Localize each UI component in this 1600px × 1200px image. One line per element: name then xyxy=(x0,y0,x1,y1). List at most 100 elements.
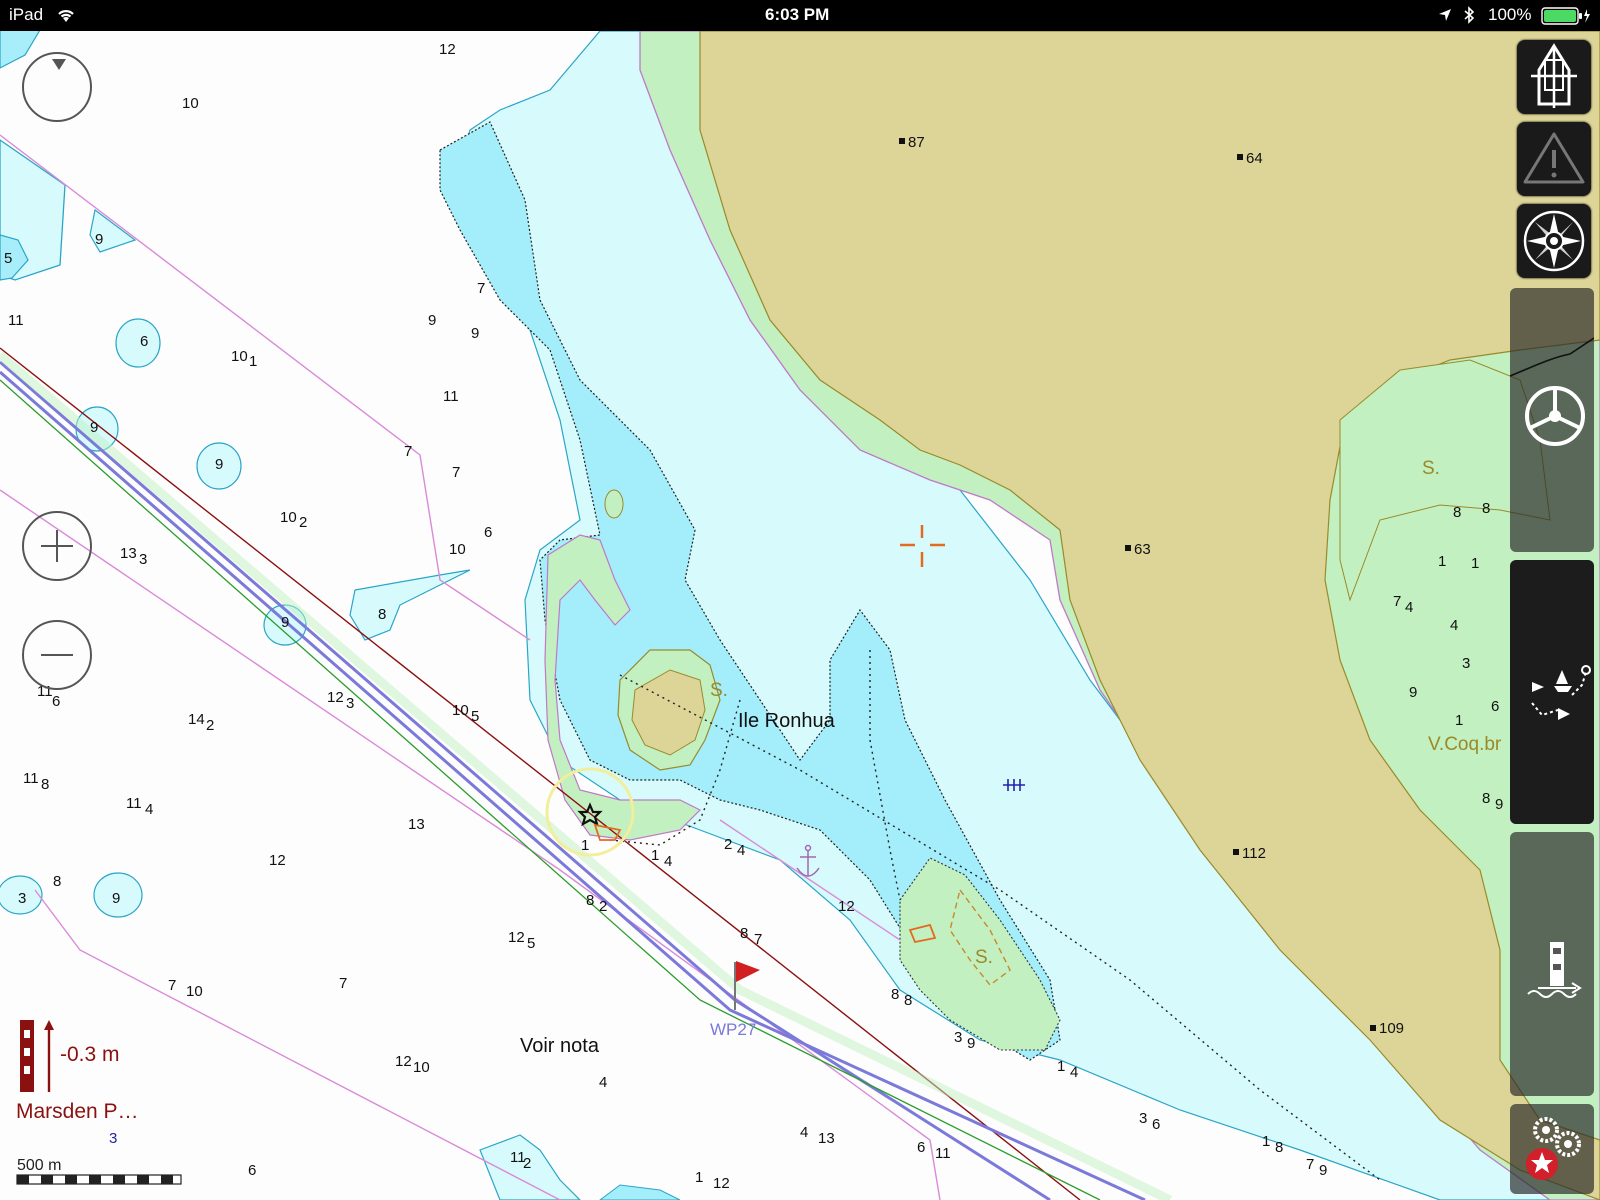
sounding: 12 xyxy=(713,1175,730,1192)
sounding: 10 xyxy=(280,509,297,526)
sounding: 11 xyxy=(8,312,24,329)
sounding: 3 xyxy=(954,1029,962,1046)
sounding: 10 xyxy=(449,541,466,558)
sounding: 3 xyxy=(139,551,147,568)
sounding: 12 xyxy=(395,1053,412,1070)
location-arrow-icon xyxy=(1439,9,1451,21)
boat-button[interactable] xyxy=(1517,40,1591,114)
sounding: 7 xyxy=(754,931,762,948)
sounding: 13 xyxy=(818,1130,835,1147)
sounding: 8 xyxy=(1275,1139,1283,1156)
sounding: 1 xyxy=(1471,555,1479,572)
sounding: 2 xyxy=(299,514,307,531)
marker-label: V.Coq.br xyxy=(1428,734,1502,755)
lighthouse-panel[interactable] xyxy=(1510,832,1594,1096)
sounding: 4 xyxy=(664,853,672,870)
status-bar: iPad 6:03 PM 100% xyxy=(0,0,1600,31)
sounding: 9 xyxy=(428,312,436,329)
sounding: 4 xyxy=(1405,599,1413,616)
sounding: 1 xyxy=(1438,553,1446,570)
sounding: 6 xyxy=(917,1139,925,1156)
zoom-in-button[interactable] xyxy=(22,511,92,581)
sounding: 8 xyxy=(1482,790,1490,807)
sounding: 2 xyxy=(724,836,732,853)
sounding: 9 xyxy=(112,890,120,907)
sounding: 9 xyxy=(215,456,223,473)
sounding: 7 xyxy=(168,977,176,994)
minus-icon xyxy=(41,654,73,656)
sounding: 12 xyxy=(508,929,525,946)
warning-icon xyxy=(1523,132,1585,184)
tide-station[interactable]: Marsden P… xyxy=(16,1100,139,1124)
sounding: 13 xyxy=(408,816,425,833)
height-label: 87 xyxy=(908,134,925,151)
sounding: 4 xyxy=(800,1124,808,1141)
sounding: 1 xyxy=(651,847,659,864)
sounding: 6 xyxy=(248,1162,256,1179)
scale-label: 500 m xyxy=(17,1157,62,1174)
shoal-label: S. xyxy=(1422,458,1440,479)
compass-button[interactable] xyxy=(1517,204,1591,278)
settings-icon xyxy=(1526,1117,1581,1180)
sounding: 12 xyxy=(439,41,456,58)
sounding: 4 xyxy=(145,801,153,818)
sounding: 7 xyxy=(1393,593,1401,610)
sounding: 10 xyxy=(413,1059,430,1076)
tide-gauge-icon[interactable] xyxy=(18,1018,58,1096)
sounding: 4 xyxy=(599,1074,607,1091)
height-label: 109 xyxy=(1379,1020,1404,1037)
sounding: 10 xyxy=(452,702,469,719)
place-name: Ile Ronhua xyxy=(738,710,836,732)
sounding: 12 xyxy=(269,852,286,869)
sounding: 4 xyxy=(1070,1064,1078,1081)
sounding: 8 xyxy=(586,892,594,909)
warning-button[interactable] xyxy=(1517,122,1591,196)
sounding: 7 xyxy=(1306,1156,1314,1173)
sounding: 11 xyxy=(126,795,142,812)
sounding: 1 xyxy=(581,837,589,854)
sounding: 12 xyxy=(327,689,344,706)
sounding: 5 xyxy=(527,935,535,952)
battery-icon xyxy=(1541,7,1590,25)
sounding: 2 xyxy=(206,717,214,734)
chart-canvas: Ile Ronhua Voir nota WP27 S. S. S. V.Coq… xyxy=(0,31,1600,1200)
settings-panel[interactable] xyxy=(1510,1104,1594,1194)
scale-bar xyxy=(16,1174,182,1185)
sounding: 2 xyxy=(599,898,607,915)
sounding: 8 xyxy=(904,992,912,1009)
helm-icon xyxy=(1509,337,1595,446)
sounding: 5 xyxy=(4,250,12,267)
lighthouse-icon xyxy=(1527,942,1582,998)
sounding: 8 xyxy=(53,873,61,890)
sounding: 9 xyxy=(1409,684,1417,701)
shoal-label: S. xyxy=(975,947,993,968)
sounding: 10 xyxy=(182,95,199,112)
boat-icon xyxy=(1531,43,1577,108)
sounding: 8 xyxy=(740,925,748,942)
sounding: 11 xyxy=(443,388,459,405)
nautical-chart[interactable]: Ile Ronhua Voir nota WP27 S. S. S. V.Coq… xyxy=(0,31,1600,1200)
sounding: 3 xyxy=(1462,655,1470,672)
helm-panel[interactable] xyxy=(1509,288,1595,552)
waypoint-label[interactable]: WP27 xyxy=(710,1020,756,1039)
sounding: 1 xyxy=(1057,1058,1065,1075)
route-icon xyxy=(1531,665,1591,720)
plus-icon xyxy=(41,530,73,562)
bluetooth-icon xyxy=(1464,6,1475,24)
sounding: 9 xyxy=(967,1035,975,1052)
rotate-button[interactable] xyxy=(22,52,92,122)
shoal-label: S. xyxy=(710,680,728,701)
sounding: 11 xyxy=(23,770,39,787)
sounding: 3 xyxy=(1139,1110,1147,1127)
sounding: 11 xyxy=(935,1145,951,1162)
note-label: Voir nota xyxy=(520,1035,600,1057)
tide-value: -0.3 m xyxy=(60,1043,120,1066)
sounding: 6 xyxy=(1491,698,1499,715)
sounding: 14 xyxy=(188,711,205,728)
sounding: 9 xyxy=(281,614,289,631)
compass-rose-icon xyxy=(1523,210,1585,272)
device-name: iPad xyxy=(9,5,44,24)
height-label: 112 xyxy=(1242,845,1266,862)
zoom-out-button[interactable] xyxy=(22,620,92,690)
route-panel[interactable] xyxy=(1510,560,1594,824)
